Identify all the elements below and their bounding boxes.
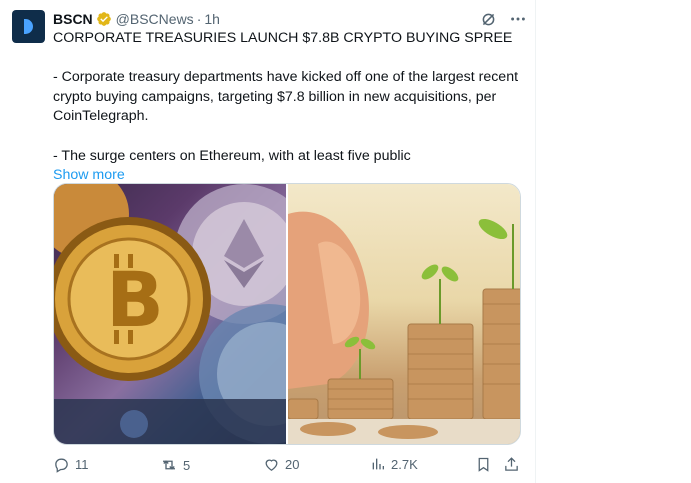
- tweet-paragraph-1: - Corporate treasury departments have ki…: [53, 69, 522, 125]
- tweet-headline: CORPORATE TREASURIES LAUNCH $7.8B CRYPTO…: [53, 30, 513, 46]
- views-count: 2.7K: [391, 456, 418, 472]
- repost-count: 5: [183, 457, 191, 473]
- more-options-icon[interactable]: [508, 9, 528, 29]
- logo-mark: [24, 19, 33, 34]
- repost-button[interactable]: 5: [160, 456, 190, 474]
- reply-icon: [55, 458, 68, 473]
- author-handle[interactable]: @BSCNews: [116, 11, 194, 27]
- tweet-header: BSCN @BSCNews · 1h: [53, 9, 220, 29]
- timestamp[interactable]: 1h: [204, 11, 220, 27]
- like-count: 20: [285, 457, 300, 472]
- heart-icon: [265, 459, 278, 471]
- tweet-paragraph-2: - The surge centers on Ethereum, with at…: [53, 147, 411, 164]
- avatar[interactable]: [12, 10, 45, 43]
- verified-badge-icon: [96, 11, 112, 27]
- column-divider: [535, 0, 536, 483]
- bookmark-button[interactable]: [475, 456, 492, 473]
- crypto-coins-image[interactable]: B: [54, 184, 286, 444]
- tweet-top-actions: [478, 9, 528, 29]
- like-button[interactable]: 20: [263, 456, 299, 473]
- coin-stacks-plants-image[interactable]: [288, 184, 520, 444]
- author-name[interactable]: BSCN: [53, 11, 93, 27]
- grok-icon[interactable]: [478, 9, 498, 29]
- tweet-actions: 11 5 20 2.7K: [53, 456, 523, 476]
- bookmark-icon: [478, 457, 489, 472]
- share-button[interactable]: [503, 456, 520, 473]
- views-icon: [372, 458, 384, 470]
- repost-icon: [163, 460, 175, 470]
- views-button[interactable]: 2.7K: [370, 456, 418, 472]
- share-icon: [505, 457, 518, 471]
- reply-button[interactable]: 11: [53, 456, 89, 473]
- tweet-media[interactable]: B: [53, 183, 521, 445]
- separator-dot: ·: [196, 11, 202, 27]
- reply-count: 11: [75, 457, 89, 472]
- tweet-text: CORPORATE TREASURIES LAUNCH $7.8B CRYPTO…: [53, 29, 523, 186]
